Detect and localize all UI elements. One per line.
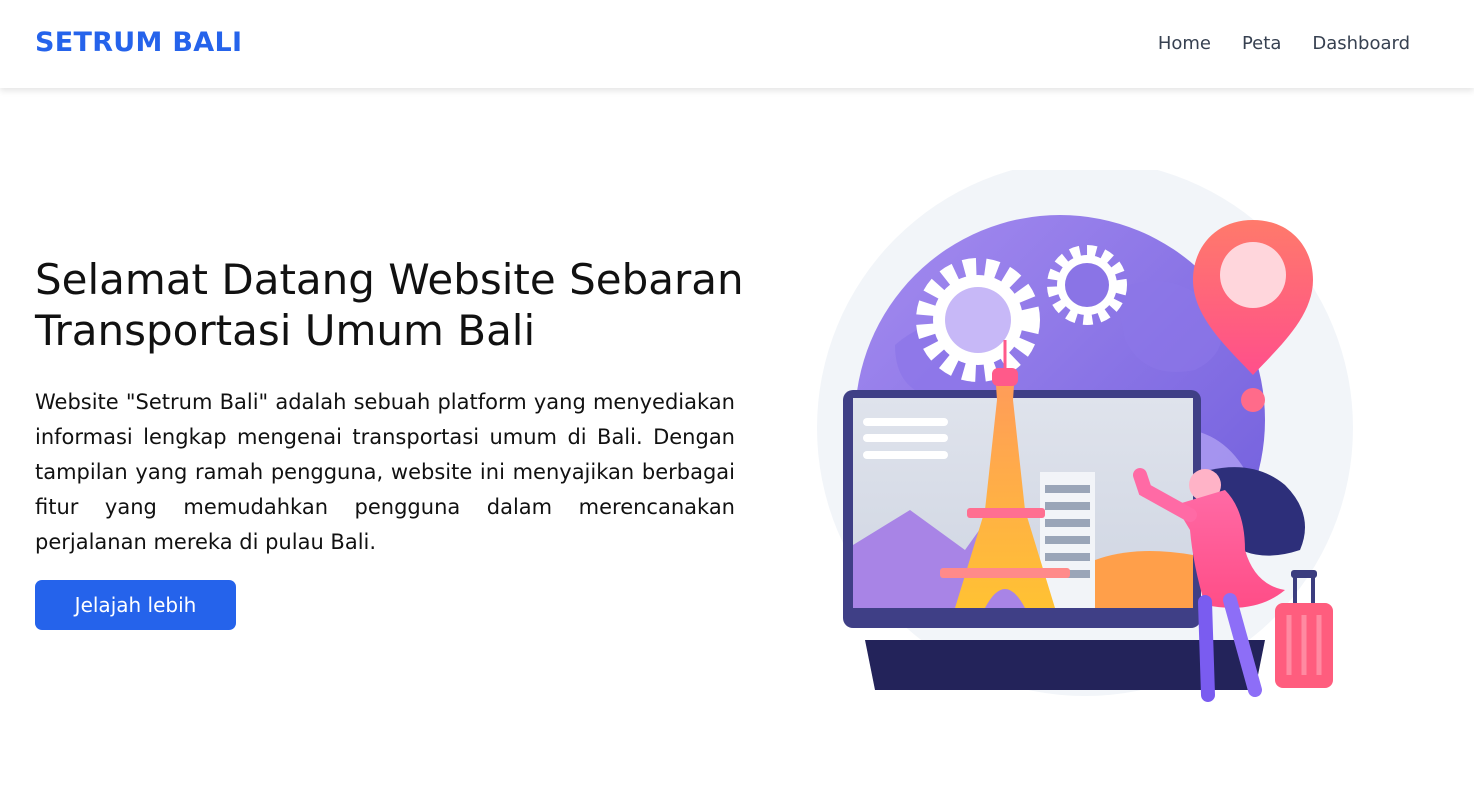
hero-title: Selamat Datang Website Sebaran Transport…	[35, 255, 744, 355]
brand-logo[interactable]: SETRUM BALI	[35, 27, 242, 58]
nav-link-peta[interactable]: Peta	[1242, 33, 1281, 54]
travel-illustration	[817, 170, 1353, 702]
nav-link-home[interactable]: Home	[1158, 33, 1211, 54]
nav-links: Home Peta Dashboard	[1158, 33, 1410, 54]
navbar: SETRUM BALI Home Peta Dashboard	[0, 0, 1474, 88]
explore-more-button[interactable]: Jelajah lebih	[35, 580, 236, 630]
hero-description: Website "Setrum Bali" adalah sebuah plat…	[35, 390, 735, 554]
nav-link-dashboard[interactable]: Dashboard	[1312, 33, 1410, 54]
